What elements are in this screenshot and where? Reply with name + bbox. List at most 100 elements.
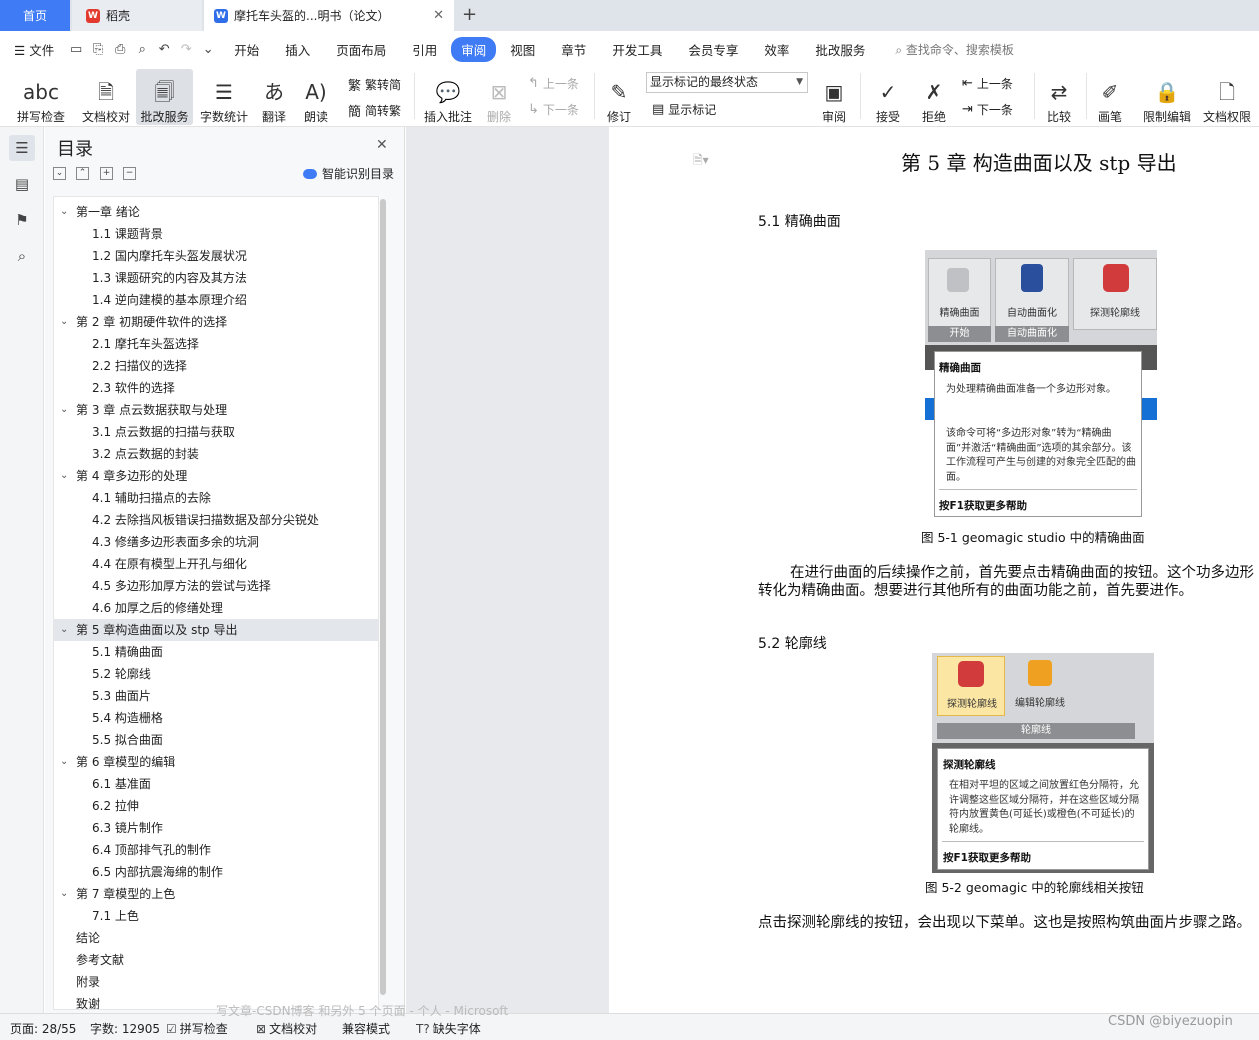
toc-section-item[interactable]: 1.1 课题背景	[54, 223, 378, 245]
command-search[interactable]: ⌕ 查找命令、搜索模板	[895, 41, 1014, 58]
close-tab-icon[interactable]: ✕	[433, 8, 444, 23]
toc-chapter-item[interactable]: ⌄ 第一章 绪论	[54, 201, 378, 223]
toc-chapter-item[interactable]: ⌄ 第 4 章多边形的处理	[54, 465, 378, 487]
save-icon[interactable]: ▭	[68, 41, 84, 57]
chapter-nav-icon[interactable]: ▤	[9, 171, 35, 197]
export-pdf-icon[interactable]: ⎘	[90, 41, 106, 57]
chevron-down-icon[interactable]: ⌄	[60, 619, 68, 641]
toc-section-item[interactable]: 7.1 上色	[54, 905, 378, 927]
review-pane-button[interactable]: ▣ 审阅	[814, 69, 854, 125]
print-icon[interactable]: ⎙	[112, 41, 128, 57]
document-page[interactable]: 🗎▾ 第 5 章 构造曲面以及 stp 导出 5.1 精确曲面 精确曲面 自动曲…	[609, 127, 1259, 1013]
prev-change-button[interactable]: ⇤ 上一条	[962, 75, 1013, 92]
menu-view[interactable]: 视图	[510, 40, 535, 59]
correction-button[interactable]: 🗐 批改服务	[136, 69, 193, 125]
smart-toc-button[interactable]: 智能识别目录	[303, 165, 394, 182]
chevron-down-icon[interactable]: ⌄	[60, 311, 68, 333]
menu-efficiency[interactable]: 效率	[764, 40, 789, 59]
collapse-icon[interactable]: ⌄	[53, 167, 66, 180]
search-icon[interactable]: ⌕	[9, 243, 35, 269]
menu-chapter[interactable]: 章节	[561, 40, 586, 59]
toc-chapter-item[interactable]: 附录	[54, 971, 378, 993]
toc-nav-icon[interactable]: ☰	[9, 135, 35, 161]
redo-icon[interactable]: ↷	[178, 41, 194, 57]
tab-home[interactable]: 首页	[0, 0, 70, 31]
delete-comment-button[interactable]: ⊠ 删除	[480, 69, 518, 125]
toc-section-item[interactable]: 4.4 在原有模型上开孔与细化	[54, 553, 378, 575]
toc-chapter-item[interactable]: 结论	[54, 927, 378, 949]
menu-correction[interactable]: 批改服务	[815, 40, 865, 59]
toc-section-item[interactable]: 1.2 国内摩托车头盔发展状况	[54, 245, 378, 267]
prev-comment-button[interactable]: ↰ 上一条	[528, 75, 579, 92]
menu-insert[interactable]: 插入	[285, 40, 310, 59]
next-comment-button[interactable]: ↳ 下一条	[528, 101, 579, 118]
toc-scrollbar[interactable]	[380, 199, 386, 995]
spell-check-button[interactable]: abc 拼写检查	[10, 69, 72, 125]
toc-section-item[interactable]: 2.1 摩托车头盔选择	[54, 333, 378, 355]
word-count-button[interactable]: ☰ 字数统计	[198, 69, 250, 125]
expand-icon[interactable]: ⌃	[76, 167, 89, 180]
restrict-edit-button[interactable]: 🔒 限制编辑	[1138, 69, 1196, 125]
undo-icon[interactable]: ↶	[156, 41, 172, 57]
chevron-down-icon[interactable]: ⌄	[60, 751, 68, 773]
status-doc-check[interactable]: ⊠ 文档校对	[256, 1020, 317, 1037]
doc-check-button[interactable]: 🗎 文档校对	[78, 69, 134, 125]
toc-section-item[interactable]: 1.3 课题研究的内容及其方法	[54, 267, 378, 289]
toc-section-item[interactable]: 5.3 曲面片	[54, 685, 378, 707]
menu-developer[interactable]: 开发工具	[612, 40, 662, 59]
close-icon[interactable]: ✕	[376, 137, 388, 153]
bookmark-icon[interactable]: ⚑	[9, 207, 35, 233]
doc-permission-button[interactable]: 🗋 文档权限	[1200, 69, 1254, 125]
chevron-down-icon[interactable]: ⌄	[60, 399, 68, 421]
toc-section-item[interactable]: 2.2 扫描仪的选择	[54, 355, 378, 377]
toc-section-item[interactable]: 4.3 修缮多边形表面多余的坑洞	[54, 531, 378, 553]
file-menu[interactable]: ☰ 文件	[14, 40, 54, 59]
toc-section-item[interactable]: 4.6 加厚之后的修缮处理	[54, 597, 378, 619]
menu-member[interactable]: 会员专享	[688, 40, 738, 59]
remove-heading-icon[interactable]: −	[123, 167, 136, 180]
toc-chapter-item[interactable]: ⌄ 第 5 章构造曲面以及 stp 导出	[54, 619, 378, 641]
trad-to-simp-button[interactable]: 繁繁转简	[348, 75, 401, 94]
chevron-down-icon[interactable]: ⌄	[60, 201, 68, 223]
toc-chapter-item[interactable]: ⌄ 第 3 章 点云数据获取与处理	[54, 399, 378, 421]
toc-chapter-item[interactable]: ⌄ 第 7 章模型的上色	[54, 883, 378, 905]
toc-section-item[interactable]: 2.3 软件的选择	[54, 377, 378, 399]
more-chevron-icon[interactable]: ⌄	[200, 41, 216, 57]
toc-section-item[interactable]: 1.4 逆向建模的基本原理介绍	[54, 289, 378, 311]
toc-section-item[interactable]: 4.1 辅助扫描点的去除	[54, 487, 378, 509]
reject-button[interactable]: ✗ 拒绝	[914, 69, 954, 125]
read-aloud-button[interactable]: A) 朗读	[300, 69, 332, 125]
menu-start[interactable]: 开始	[234, 40, 259, 59]
accept-button[interactable]: ✓ 接受	[868, 69, 908, 125]
menu-references[interactable]: 引用	[412, 40, 437, 59]
chevron-down-icon[interactable]: ⌄	[60, 465, 68, 487]
missing-font-button[interactable]: T? 缺失字体	[416, 1020, 481, 1037]
page-indicator[interactable]: 页面: 28/55	[10, 1020, 76, 1037]
toc-section-item[interactable]: 5.4 构造栅格	[54, 707, 378, 729]
toc-section-item[interactable]: 4.2 去除挡风板错误扫描数据及部分尖锐处	[54, 509, 378, 531]
revise-button[interactable]: ✎ 修订	[600, 69, 638, 125]
toc-section-item[interactable]: 3.2 点云数据的封装	[54, 443, 378, 465]
show-markup-button[interactable]: ▤ 显示标记	[652, 101, 716, 118]
menu-page-layout[interactable]: 页面布局	[336, 40, 386, 59]
toc-section-item[interactable]: 6.1 基准面	[54, 773, 378, 795]
toc-section-item[interactable]: 5.1 精确曲面	[54, 641, 378, 663]
insert-comment-button[interactable]: 💬 插入批注	[422, 69, 474, 125]
toc-section-item[interactable]: 5.5 拟合曲面	[54, 729, 378, 751]
markup-state-select[interactable]: 显示标记的最终状态 ▼	[646, 72, 808, 93]
add-heading-icon[interactable]: +	[100, 167, 113, 180]
simp-to-trad-button[interactable]: 簡简转繁	[348, 101, 401, 120]
new-tab-button[interactable]: +	[462, 4, 477, 25]
toc-chapter-item[interactable]: ⌄ 第 6 章模型的编辑	[54, 751, 378, 773]
toc-section-item[interactable]: 4.5 多边形加厚方法的尝试与选择	[54, 575, 378, 597]
toc-chapter-item[interactable]: ⌄ 第 2 章 初期硬件软件的选择	[54, 311, 378, 333]
status-spell-check[interactable]: ☑ 拼写检查	[166, 1020, 228, 1037]
menu-review[interactable]: 审阅	[451, 36, 497, 62]
pen-button[interactable]: ✐ 画笔	[1094, 69, 1126, 125]
toc-section-item[interactable]: 6.2 拉伸	[54, 795, 378, 817]
toc-section-item[interactable]: 6.5 内部抗震海绵的制作	[54, 861, 378, 883]
print-preview-icon[interactable]: ⌕	[134, 41, 150, 57]
toc-section-item[interactable]: 5.2 轮廓线	[54, 663, 378, 685]
toc-section-item[interactable]: 3.1 点云数据的扫描与获取	[54, 421, 378, 443]
translate-button[interactable]: あ翻译	[256, 69, 292, 125]
